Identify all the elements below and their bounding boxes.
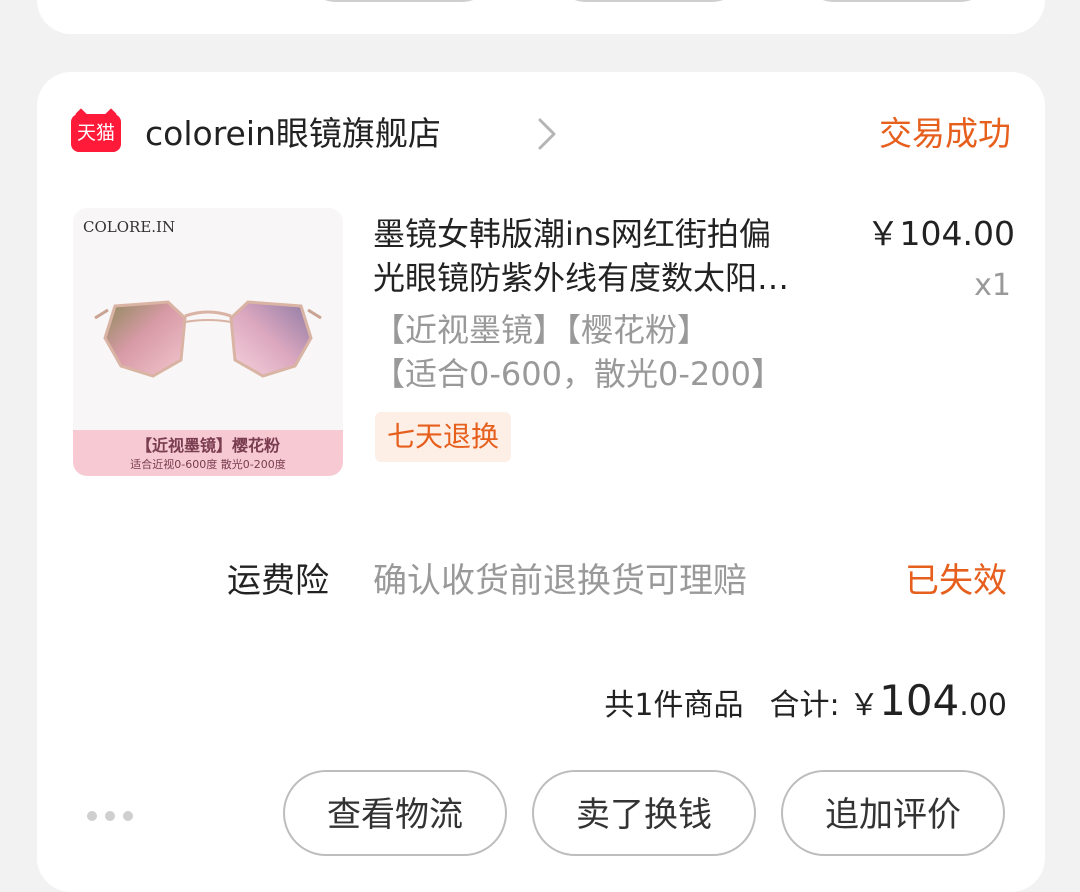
- insurance-description: 确认收货前退换货可理赔: [373, 561, 747, 601]
- order-summary: 共1件商品 合计: ￥104.00: [604, 676, 1007, 736]
- spec-line: 【近视墨镜】【樱花粉】: [373, 311, 710, 349]
- total-amount-dec: .00: [959, 688, 1007, 723]
- insurance-status: 已失效: [905, 561, 1007, 601]
- sell-button[interactable]: 卖了换钱: [532, 770, 756, 856]
- thumbnail-brand: COLORE.IN: [83, 218, 176, 236]
- more-options-icon[interactable]: [87, 806, 141, 821]
- product-title-line: 光眼镜防紫外线有度数太阳…: [373, 259, 790, 297]
- total-amount-int: 104: [879, 676, 960, 725]
- shop-name[interactable]: colorein眼镜旗舰店: [145, 112, 441, 156]
- spec-line: 【适合0-600，散光0-200】: [373, 355, 783, 393]
- shop-header[interactable]: 天猫 colorein眼镜旗舰店 交易成功: [71, 112, 1011, 156]
- total-label: 合计: ￥: [769, 688, 880, 723]
- order-card: 天猫 colorein眼镜旗舰店 交易成功 COLORE.IN 【近视墨镜】樱花…: [37, 72, 1045, 892]
- product-title[interactable]: 墨镜女韩版潮ins网红街拍偏 光眼镜防紫外线有度数太阳…: [373, 212, 843, 300]
- product-price: ￥104.00: [866, 214, 1015, 253]
- shipping-insurance-row[interactable]: 运费险 确认收货前退换货可理赔 已失效: [37, 556, 1045, 606]
- previous-order-card: [37, 0, 1045, 34]
- product-title-line: 墨镜女韩版潮ins网红街拍偏: [373, 215, 771, 253]
- product-specs: 【近视墨镜】【樱花粉】 【适合0-600，散光0-200】: [373, 308, 783, 396]
- chevron-right-icon[interactable]: [529, 116, 565, 152]
- return-policy-tag: 七天退换: [375, 412, 512, 462]
- product-thumbnail[interactable]: COLORE.IN 【近视墨镜】樱花粉 适合近视0-600度 散光0-200度: [73, 208, 343, 476]
- previous-action-button[interactable]: [297, 0, 501, 2]
- previous-action-button[interactable]: [795, 0, 999, 2]
- order-status: 交易成功: [879, 114, 1011, 153]
- insurance-label: 运费险: [227, 561, 329, 601]
- thumbnail-band-subtitle: 适合近视0-600度 散光0-200度: [130, 458, 286, 471]
- previous-action-button[interactable]: [547, 0, 751, 2]
- item-count: 共1件商品: [604, 688, 744, 723]
- thumbnail-band-title: 【近视墨镜】樱花粉: [135, 436, 280, 455]
- view-logistics-button[interactable]: 查看物流: [283, 770, 507, 856]
- add-review-button[interactable]: 追加评价: [781, 770, 1005, 856]
- tmall-icon: 天猫: [71, 114, 121, 152]
- product-quantity: x1: [974, 268, 1011, 303]
- sunglasses-image: [94, 300, 322, 378]
